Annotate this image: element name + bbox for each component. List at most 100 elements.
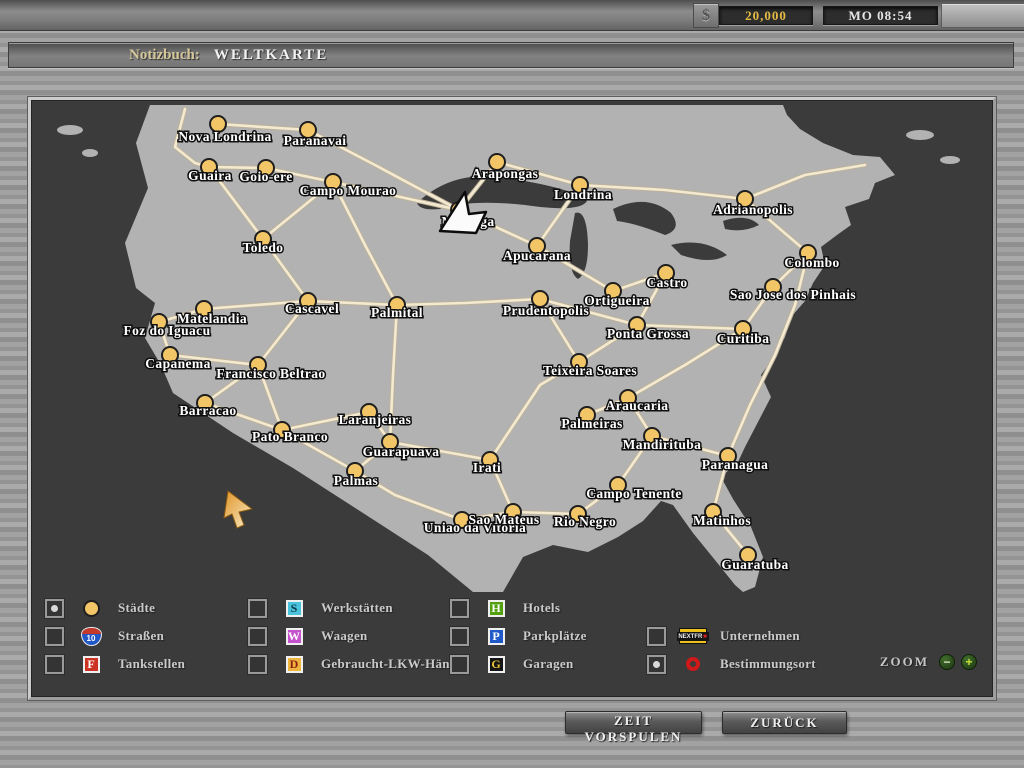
city-label: Ortigueira bbox=[584, 293, 649, 308]
legend-row-werkst-tten: S Werkstätten bbox=[248, 598, 450, 618]
city-label: Barracao bbox=[179, 403, 236, 418]
city-label: Curitiba bbox=[717, 331, 770, 346]
legend-icon-cell: W bbox=[279, 627, 309, 645]
map-panel: Nova Londrina Paranavai Guaira Goio-ere Camp… bbox=[28, 97, 996, 700]
legend-label: Unternehmen bbox=[720, 628, 800, 643]
legend-checkbox-werkst-tten[interactable] bbox=[248, 598, 267, 618]
city-label: Mandirituba bbox=[623, 437, 702, 452]
checkbox-dot bbox=[51, 604, 58, 612]
city-label: Londrina bbox=[554, 187, 612, 202]
game-screen: $ 20,000 MO 08:54 Notizbuch: WELTKARTE N… bbox=[0, 0, 1024, 768]
legend-label: Werkstätten bbox=[321, 600, 393, 615]
scale-icon: W bbox=[285, 627, 303, 645]
city-label: Prudentopolis bbox=[503, 303, 589, 318]
legend-icon-cell: S bbox=[279, 599, 309, 617]
legend-icon-cell: NEXTFR★ bbox=[677, 628, 709, 644]
world-map[interactable]: Nova Londrina Paranavai Guaira Goio-ere Camp… bbox=[35, 105, 990, 592]
zoom-control: ZOOM − + bbox=[880, 654, 977, 670]
map-island bbox=[82, 149, 98, 157]
zoom-label: ZOOM bbox=[879, 654, 929, 669]
city-label: Palmeiras bbox=[561, 416, 622, 431]
legend-checkbox-gebraucht-lkw-h-n[interactable] bbox=[248, 654, 267, 674]
shield-number: 10 bbox=[86, 634, 96, 643]
legend-checkbox-unternehmen[interactable] bbox=[647, 626, 666, 646]
city-label: Nova Londrina bbox=[178, 129, 271, 144]
zoom-out-button[interactable]: − bbox=[939, 654, 955, 670]
city-label: Foz do Iguacu bbox=[124, 323, 211, 338]
legend-icon-cell: H bbox=[481, 599, 511, 617]
dollar-icon: $ bbox=[693, 3, 719, 28]
legend-label: Städte bbox=[118, 600, 156, 615]
legend-row-parkpl-tze: P Parkplätze bbox=[450, 626, 587, 646]
city-label: Pato Branco bbox=[252, 429, 328, 444]
money-display: 20,000 bbox=[719, 6, 813, 25]
legend-row-tankstellen: F Tankstellen bbox=[45, 654, 185, 674]
topbar-blank-tile bbox=[941, 3, 1024, 28]
city-label: Adrianopolis bbox=[713, 202, 793, 217]
zoom-in-button[interactable]: + bbox=[961, 654, 977, 670]
time-value: MO 08:54 bbox=[848, 7, 913, 23]
time-display: MO 08:54 bbox=[823, 6, 938, 25]
company-logo-star: ★ bbox=[702, 633, 708, 640]
city-label: Laranjeiras bbox=[339, 412, 412, 427]
legend-checkbox-waagen[interactable] bbox=[248, 626, 267, 646]
road-icon: 10 bbox=[80, 626, 102, 646]
city-label: Guaira bbox=[188, 168, 232, 183]
legend-checkbox-st-dte[interactable] bbox=[45, 598, 64, 618]
map-island bbox=[940, 156, 960, 164]
city-label: Rio Negro bbox=[554, 514, 616, 529]
legend-label: Garagen bbox=[523, 656, 574, 671]
company-icon: NEXTFR★ bbox=[677, 628, 709, 644]
legend-checkbox-parkpl-tze[interactable] bbox=[450, 626, 469, 646]
legend-row-hotels: H Hotels bbox=[450, 598, 587, 618]
legend-label: Gebraucht-LKW-Hän bbox=[321, 656, 450, 671]
dest-icon bbox=[686, 657, 700, 671]
legend-icon-cell: F bbox=[76, 655, 106, 673]
legend-row-unternehmen: NEXTFR★ Unternehmen bbox=[647, 626, 816, 646]
legend-label: Straßen bbox=[118, 628, 165, 643]
legend-column: H Hotels P Parkplätze G Garagen bbox=[450, 598, 587, 682]
city-icon bbox=[82, 599, 100, 617]
legend-row-bestimmungsort: Bestimmungsort bbox=[647, 654, 816, 674]
legend-label: Parkplätze bbox=[523, 628, 587, 643]
city-label: Toledo bbox=[243, 240, 284, 255]
map-legend: Städte 10 Straßen F Tankstellen S Werkstätten W… bbox=[45, 598, 980, 690]
city-label: Arapongas bbox=[472, 166, 539, 181]
legend-checkbox-hotels[interactable] bbox=[450, 598, 469, 618]
city-label: Sao Jose dos Pinhais bbox=[730, 287, 856, 302]
city-label: Campo Tenente bbox=[586, 486, 682, 501]
city-label: Paranavai bbox=[284, 133, 347, 148]
legend-icon-cell: P bbox=[481, 627, 511, 645]
hotel-icon: H bbox=[487, 599, 505, 617]
back-button[interactable]: ZURÜCK bbox=[722, 711, 847, 734]
legend-label: Tankstellen bbox=[118, 656, 186, 671]
dealer-icon: D bbox=[285, 655, 303, 673]
city-label: Irati bbox=[473, 460, 501, 475]
fuel-icon: F bbox=[82, 655, 100, 673]
city-label: Capanema bbox=[145, 356, 210, 371]
legend-checkbox-tankstellen[interactable] bbox=[45, 654, 64, 674]
workshop-icon: S bbox=[285, 599, 303, 617]
money-value: 20,000 bbox=[745, 7, 787, 23]
legend-icon-cell: D bbox=[279, 655, 309, 673]
legend-checkbox-bestimmungsort[interactable] bbox=[647, 654, 666, 674]
city-label: Araucaria bbox=[606, 398, 669, 413]
top-status-bar: $ 20,000 MO 08:54 bbox=[0, 0, 1024, 31]
legend-row-stra-en: 10 Straßen bbox=[45, 626, 185, 646]
company-logo-text: NEXTFR★ bbox=[677, 631, 709, 641]
legend-checkbox-stra-en[interactable] bbox=[45, 626, 64, 646]
parking-icon: P bbox=[487, 627, 505, 645]
city-label: Palmas bbox=[334, 473, 378, 488]
garage-icon: G bbox=[487, 655, 505, 673]
legend-row-gebraucht-lkw-h-n: D Gebraucht-LKW-Hän bbox=[248, 654, 450, 674]
legend-label: Waagen bbox=[321, 628, 368, 643]
legend-checkbox-garagen[interactable] bbox=[450, 654, 469, 674]
legend-row-waagen: W Waagen bbox=[248, 626, 450, 646]
skip-time-button[interactable]: ZEIT VORSPULEN bbox=[565, 711, 702, 744]
city-label: Apucarana bbox=[503, 248, 571, 263]
legend-icon-cell: 10 bbox=[76, 626, 106, 646]
city-label: Francisco Beltrao bbox=[216, 366, 325, 381]
legend-icon-cell bbox=[678, 657, 708, 671]
legend-icon-cell bbox=[76, 599, 106, 617]
city-label: Guarapuava bbox=[363, 444, 440, 459]
